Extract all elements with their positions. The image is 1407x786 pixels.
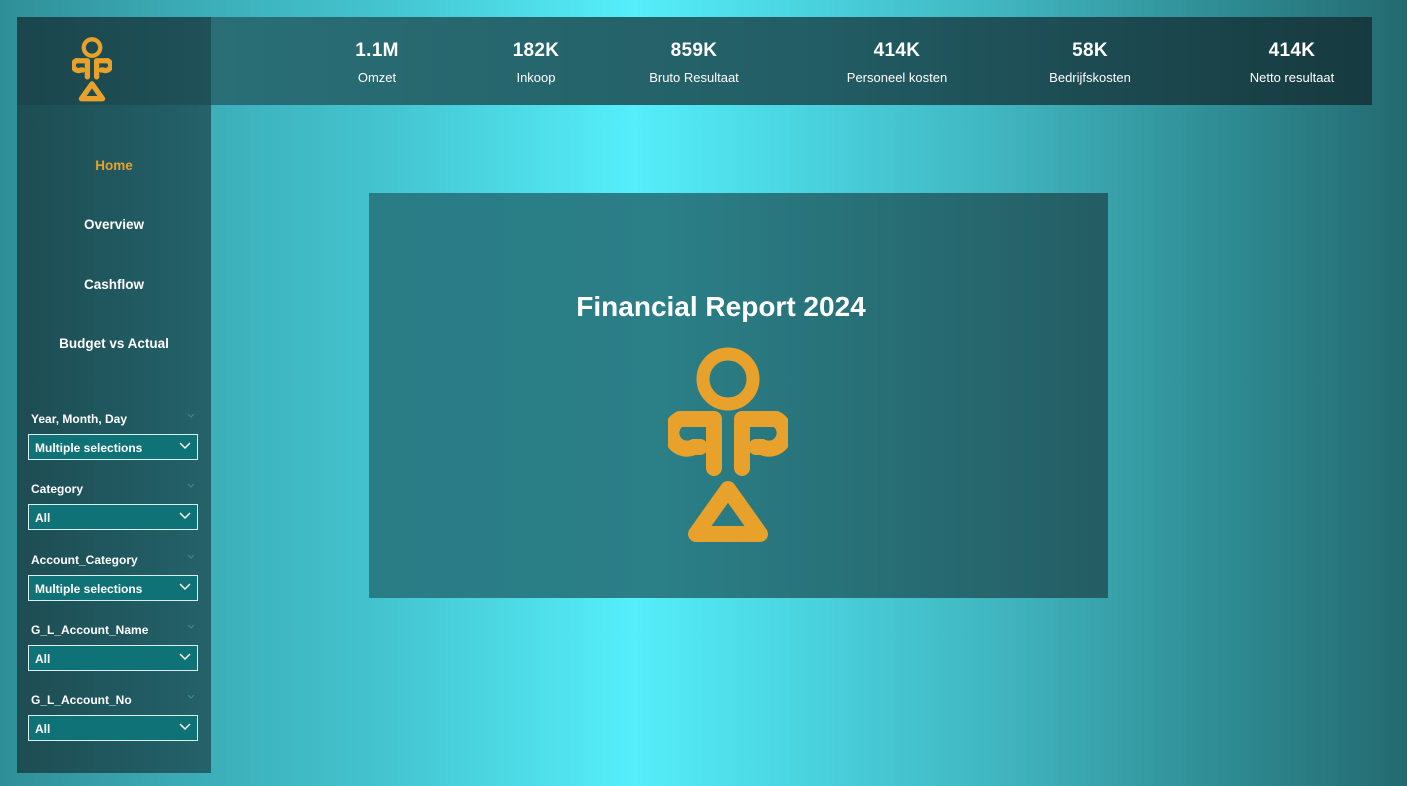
kpi-label: Omzet <box>357 70 397 85</box>
title-card: Financial Report 2024 <box>369 193 1108 598</box>
kpi-label: Bedrijfskosten <box>1049 70 1131 85</box>
slicer-dropdown-account-no[interactable]: All <box>28 715 198 741</box>
slicer-dropdown-account-category[interactable]: Multiple selections <box>28 575 198 601</box>
slicer-label-category: Category <box>31 482 84 496</box>
kpi-label: Inkoop <box>516 70 556 85</box>
figure-logo-icon <box>72 37 112 102</box>
chevron-down-icon <box>179 653 191 661</box>
slicer-label-account-name: G_L_Account_Name <box>31 623 149 637</box>
kpi-card-bedrijfskosten: 58K Bedrijfskosten <box>1049 40 1131 85</box>
kpi-value: 1.1M <box>355 40 399 61</box>
nav-item-cashflow[interactable]: Cashflow <box>17 277 211 292</box>
chevron-down-icon[interactable] <box>187 693 195 701</box>
kpi-card-personeel-kosten: 414K Personeel kosten <box>847 40 947 85</box>
nav-item-home[interactable]: Home <box>17 158 211 173</box>
kpi-label: Bruto Resultaat <box>649 70 739 85</box>
slicer-value: All <box>35 652 51 666</box>
chevron-down-icon <box>179 583 191 591</box>
slicer-label-date: Year, Month, Day <box>31 412 128 426</box>
chevron-down-icon <box>179 442 191 450</box>
chevron-down-icon[interactable] <box>187 553 195 561</box>
slicer-value: Multiple selections <box>35 441 143 455</box>
chevron-down-icon <box>179 723 191 731</box>
logo-area <box>17 17 211 105</box>
page-title: Financial Report 2024 <box>576 291 866 322</box>
chevron-down-icon[interactable] <box>187 482 195 490</box>
slicer-dropdown-category[interactable]: All <box>28 504 198 530</box>
kpi-value: 182K <box>512 40 560 61</box>
kpi-bar: 1.1M Omzet 182K Inkoop 859K Bruto Result… <box>211 17 1372 105</box>
slicer-label-account-category: Account_Category <box>31 553 138 567</box>
slicer-dropdown-account-name[interactable]: All <box>28 645 198 671</box>
nav-item-overview[interactable]: Overview <box>17 217 211 232</box>
kpi-card-netto-resultaat: 414K Netto resultaat <box>1250 40 1335 85</box>
slicer-value: All <box>35 511 51 525</box>
slicer-label-account-no: G_L_Account_No <box>31 693 132 707</box>
slicer-value: All <box>35 722 51 736</box>
kpi-card-omzet: 1.1M Omzet <box>355 40 398 85</box>
chevron-down-icon[interactable] <box>187 412 195 420</box>
figure-logo-icon <box>668 347 788 542</box>
kpi-value: 859K <box>670 40 718 61</box>
kpi-card-bruto-resultaat: 859K Bruto Resultaat <box>649 40 739 85</box>
kpi-value: 414K <box>1268 40 1316 61</box>
kpi-value: 414K <box>873 40 921 61</box>
chevron-down-icon[interactable] <box>187 623 195 631</box>
kpi-card-inkoop: 182K Inkoop <box>513 40 560 85</box>
sidebar: Home Overview Cashflow Budget vs Actual … <box>17 17 211 773</box>
kpi-label: Netto resultaat <box>1249 70 1335 85</box>
chevron-down-icon <box>179 512 191 520</box>
kpi-value: 58K <box>1072 40 1108 61</box>
slicer-dropdown-date[interactable]: Multiple selections <box>28 434 198 460</box>
nav-item-budget-vs-actual[interactable]: Budget vs Actual <box>17 336 211 351</box>
slicer-value: Multiple selections <box>35 582 143 596</box>
kpi-label: Personeel kosten <box>846 70 948 85</box>
